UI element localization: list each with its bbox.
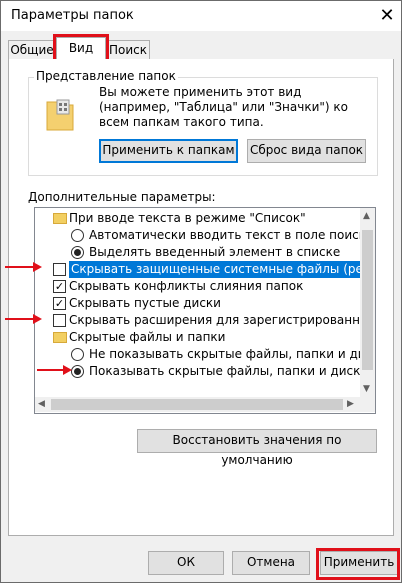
list-item-selected[interactable]: Скрывать защищенные системные файлы (рек… (35, 261, 375, 278)
title-bar: Параметры папок ✕ (1, 1, 401, 31)
list-item[interactable]: Скрывать расширения для зарегистрированн… (35, 312, 375, 329)
hscroll-thumb[interactable] (51, 399, 343, 410)
checkbox-checked[interactable]: ✓ (53, 297, 66, 310)
radio-checked[interactable] (71, 365, 84, 378)
list-item[interactable]: Скрытые файлы и папки (35, 329, 375, 346)
folder-icon (53, 213, 67, 224)
list-item[interactable]: Выделять введенный элемент в списке (35, 244, 375, 261)
checkbox-unchecked[interactable] (53, 263, 66, 276)
restore-defaults-button[interactable]: Восстановить значения по умолчанию (137, 429, 377, 467)
folder-view-description: Вы можете применить этот вид (например, … (99, 85, 348, 129)
vertical-scrollbar[interactable]: ▲ ▼ (360, 208, 375, 397)
checkbox-unchecked[interactable] (53, 314, 66, 327)
tab-search[interactable]: Поиск (106, 40, 150, 60)
list-item[interactable]: Показывать скрытые файлы, папки и диски (35, 363, 375, 380)
folder-icon (53, 332, 67, 343)
list-item[interactable]: Автоматически вводить текст в поле поиск… (35, 227, 375, 244)
advanced-settings-label: Дополнительные параметры: (28, 190, 216, 204)
radio-unchecked[interactable] (71, 229, 84, 242)
folder-view-legend: Представление папок (34, 69, 178, 83)
checkbox-checked[interactable]: ✓ (53, 280, 66, 293)
scroll-up-icon[interactable]: ▲ (363, 211, 370, 221)
apply-to-folders-button[interactable]: Применить к папкам (99, 139, 238, 163)
scroll-left-icon[interactable]: ◀ (38, 399, 45, 409)
close-icon[interactable]: ✕ (375, 4, 399, 28)
ok-button[interactable]: ОК (148, 551, 224, 575)
list-item[interactable]: ✓ Скрывать пустые диски (35, 295, 375, 312)
radio-unchecked[interactable] (71, 348, 84, 361)
list-item[interactable]: При вводе текста в режиме "Список" (35, 210, 375, 227)
tab-general[interactable]: Общие (8, 40, 56, 60)
scroll-right-icon[interactable]: ▶ (347, 399, 354, 409)
radio-checked[interactable] (71, 246, 84, 259)
apply-button-highlight (316, 548, 400, 580)
window-title: Параметры папок (11, 8, 134, 23)
scroll-corner (360, 397, 375, 412)
horizontal-scrollbar[interactable]: ◀ ▶ (35, 397, 360, 412)
reset-folders-button[interactable]: Сброс вида папок (247, 139, 366, 163)
scroll-thumb[interactable] (362, 230, 373, 370)
cancel-button[interactable]: Отмена (232, 551, 310, 575)
advanced-settings-list: При вводе текста в режиме "Список" Автом… (34, 207, 376, 414)
list-item[interactable]: ✓ Скрывать конфликты слияния папок (35, 278, 375, 295)
scroll-down-icon[interactable]: ▼ (363, 384, 370, 394)
folder-view-icon (45, 98, 75, 132)
list-item[interactable]: Не показывать скрытые файлы, папки и дис… (35, 346, 375, 363)
